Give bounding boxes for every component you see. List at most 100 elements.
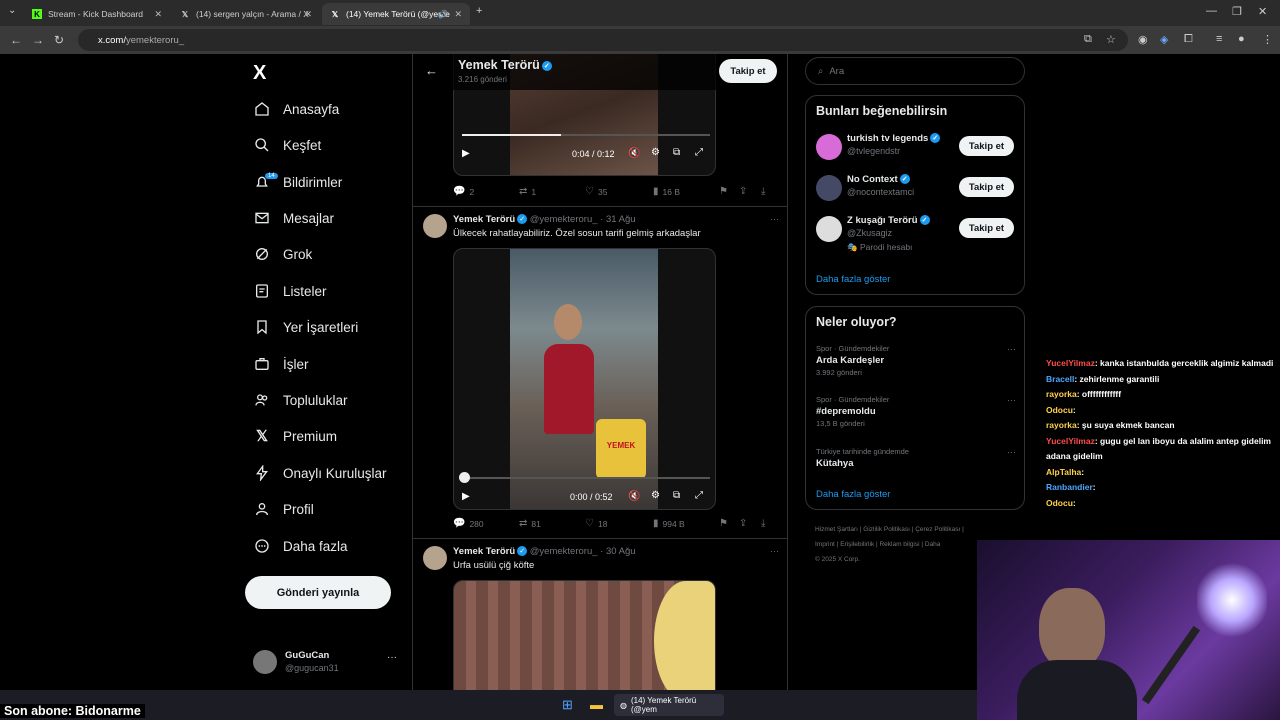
play-icon[interactable]: ▶ bbox=[462, 491, 470, 502]
suggestion-row[interactable]: turkish tv legends ✓ @tvlegendstr Takip e… bbox=[816, 132, 1016, 168]
tab-search[interactable]: 𝕏 (14) sergen yalçın - Arama / X ✕ bbox=[172, 3, 320, 25]
settings-icon[interactable]: ⚙ bbox=[651, 490, 660, 501]
puzzle-icon[interactable]: ⧠ bbox=[1184, 33, 1193, 46]
trend-item[interactable]: Türkiye tarihinde gündemde Kütahya ··· bbox=[816, 447, 1016, 469]
reply-button[interactable]: 💬 280 bbox=[453, 518, 484, 529]
close-icon[interactable]: ✕ bbox=[304, 9, 312, 20]
audio-icon[interactable]: 🔊 bbox=[438, 10, 448, 19]
play-icon[interactable]: ▶ bbox=[462, 148, 470, 159]
views-button[interactable]: ▮ 16 B bbox=[653, 186, 680, 197]
show-more-link[interactable]: Daha fazla göster bbox=[816, 489, 890, 500]
share-button[interactable]: ⇪ bbox=[739, 186, 751, 197]
views-button[interactable]: ▮ 994 B bbox=[653, 518, 685, 529]
avatar[interactable] bbox=[423, 214, 447, 238]
footer-link[interactable]: Gizlilik Politikası bbox=[863, 526, 910, 533]
follow-button[interactable]: Takip et bbox=[719, 59, 777, 83]
menu-icon[interactable]: ⋮ bbox=[1262, 33, 1273, 46]
tweet-date[interactable]: · 30 Ağu bbox=[600, 546, 635, 557]
tweet-handle[interactable]: @yemekteroru_ bbox=[530, 546, 598, 557]
download-button[interactable]: ⤓ bbox=[761, 518, 769, 529]
more-icon[interactable]: ··· bbox=[1007, 395, 1016, 405]
like-button[interactable]: ♡ 18 bbox=[585, 518, 607, 529]
suggestion-row[interactable]: Z kuşağı Terörü ✓ @Zkusagiz 🎭 Parodi hesa… bbox=[816, 214, 1016, 258]
footer-link[interactable]: Imprint bbox=[815, 541, 835, 548]
maximize-icon[interactable]: ❐ bbox=[1232, 5, 1242, 18]
back-arrow-icon[interactable]: ← bbox=[425, 63, 438, 78]
nav-home[interactable]: Anasayfa bbox=[253, 95, 339, 123]
fullscreen-icon[interactable]: ⤢ bbox=[695, 147, 703, 158]
post-button[interactable]: Gönderi yayınla bbox=[245, 576, 391, 609]
image-cigkofte[interactable] bbox=[453, 580, 716, 694]
pip-icon[interactable]: ⧉ bbox=[673, 147, 680, 158]
tweet-handle[interactable]: @yemekteroru_ bbox=[530, 214, 598, 225]
url-input[interactable]: x.com/yemekteroru_ bbox=[78, 29, 1128, 51]
fullscreen-icon[interactable]: ⤢ bbox=[695, 490, 703, 501]
windows-start-icon[interactable]: ⊞ bbox=[562, 697, 573, 713]
download-button[interactable]: ⤓ bbox=[761, 186, 769, 197]
tweet-date[interactable]: · 31 Ağu bbox=[600, 214, 635, 225]
nav-premium[interactable]: 𝕏 Premium bbox=[253, 422, 337, 450]
mute-icon[interactable]: 🔇 bbox=[628, 148, 640, 159]
extension-icon[interactable]: ◈ bbox=[1160, 33, 1168, 46]
trend-item[interactable]: Spor · Gündemdekiler Arda Kardeşler 3.99… bbox=[816, 344, 1016, 377]
footer-link[interactable]: Hizmet Şartları bbox=[815, 526, 858, 533]
share-button[interactable]: ⇪ bbox=[739, 518, 751, 529]
tab-search-icon[interactable]: ⌄ bbox=[8, 5, 16, 16]
like-button[interactable]: ♡ 35 bbox=[585, 186, 607, 197]
bookmark-button[interactable]: ⚑ bbox=[719, 518, 732, 529]
footer-link[interactable]: Erişilebilirlik bbox=[840, 541, 874, 548]
video-progress[interactable] bbox=[462, 134, 710, 136]
nav-messages[interactable]: Mesajlar bbox=[253, 204, 334, 232]
footer-link[interactable]: Daha bbox=[925, 541, 941, 548]
nav-explore[interactable]: Keşfet bbox=[253, 131, 321, 159]
forward-icon[interactable]: → bbox=[32, 33, 44, 47]
more-icon[interactable]: ··· bbox=[1007, 344, 1016, 354]
minimize-icon[interactable]: — bbox=[1206, 5, 1217, 17]
reply-button[interactable]: 💬 2 bbox=[453, 186, 474, 197]
tweet-author[interactable]: Yemek Terörü bbox=[453, 546, 515, 557]
settings-icon[interactable]: ⚙ bbox=[651, 147, 660, 158]
pip-icon[interactable]: ⧉ bbox=[673, 490, 680, 501]
footer-link[interactable]: Çerez Politikası bbox=[915, 526, 960, 533]
new-tab-icon[interactable]: + bbox=[476, 5, 482, 17]
nav-jobs[interactable]: İşler bbox=[253, 350, 309, 378]
close-icon[interactable]: ✕ bbox=[154, 9, 162, 20]
install-icon[interactable]: ⧉ bbox=[1084, 33, 1092, 46]
taskbar-browser-button[interactable]: ◍ (14) Yemek Terörü (@yem bbox=[614, 694, 724, 716]
repost-button[interactable]: ⇄ 1 bbox=[519, 186, 536, 197]
repost-button[interactable]: ⇄ 81 bbox=[519, 518, 541, 529]
video-player[interactable]: YEMEK ▶ 0:00 / 0:52 🔇 ⚙ ⧉ ⤢ bbox=[453, 248, 716, 510]
suggestion-row[interactable]: No Context ✓ @nocontextamci Takip et bbox=[816, 173, 1016, 209]
reload-icon[interactable]: ↻ bbox=[54, 33, 64, 47]
nav-verified-orgs[interactable]: Onaylı Kuruluşlar bbox=[253, 459, 387, 487]
extension-icon[interactable]: ◉ bbox=[1138, 33, 1148, 46]
media-icon[interactable]: ≡ bbox=[1216, 33, 1222, 45]
nav-profile[interactable]: Profil bbox=[253, 495, 314, 523]
bookmark-button[interactable]: ⚑ bbox=[719, 186, 732, 197]
nav-notifications[interactable]: 14 Bildirimler bbox=[253, 168, 342, 196]
more-icon[interactable]: ··· bbox=[770, 546, 779, 556]
more-icon[interactable]: ··· bbox=[770, 214, 779, 224]
follow-button[interactable]: Takip et bbox=[959, 136, 1014, 156]
folder-icon[interactable]: ▬ bbox=[590, 697, 603, 712]
nav-communities[interactable]: Topluluklar bbox=[253, 386, 348, 414]
profile-icon[interactable]: ● bbox=[1238, 33, 1245, 45]
nav-more[interactable]: Daha fazla bbox=[253, 532, 348, 560]
footer-link[interactable]: Reklam bilgisi bbox=[879, 541, 919, 548]
follow-button[interactable]: Takip et bbox=[959, 218, 1014, 238]
back-icon[interactable]: ← bbox=[10, 33, 22, 47]
close-icon[interactable]: ✕ bbox=[454, 9, 462, 20]
nav-grok[interactable]: Grok bbox=[253, 240, 312, 268]
more-icon[interactable]: ··· bbox=[387, 652, 397, 663]
more-icon[interactable]: ··· bbox=[1007, 447, 1016, 457]
mute-icon[interactable]: 🔇 bbox=[628, 491, 640, 502]
nav-bookmarks[interactable]: Yer İşaretleri bbox=[253, 313, 358, 341]
tab-profile[interactable]: 𝕏 (14) Yemek Terörü (@yeme 🔊 ✕ bbox=[322, 3, 470, 25]
avatar[interactable] bbox=[423, 546, 447, 570]
window-close-icon[interactable]: ✕ bbox=[1258, 5, 1267, 18]
show-more-link[interactable]: Daha fazla göster bbox=[816, 274, 890, 285]
video-progress[interactable] bbox=[462, 477, 710, 479]
account-switcher[interactable]: GuGuCan @gugucan31 ··· bbox=[253, 650, 403, 680]
bookmark-star-icon[interactable]: ☆ bbox=[1106, 33, 1116, 46]
scrubber-handle[interactable] bbox=[459, 472, 470, 483]
